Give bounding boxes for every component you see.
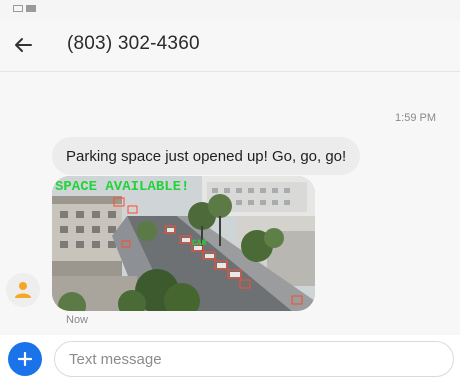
arrow-left-icon bbox=[15, 38, 32, 52]
add-attachment-button[interactable] bbox=[8, 342, 42, 376]
contact-avatar[interactable] bbox=[6, 273, 40, 307]
overlay-text: SPACE AVAILABLE! bbox=[55, 179, 189, 195]
app-bar: (803) 302-4360 bbox=[0, 20, 460, 72]
image-attachment[interactable]: SPACE AVAILABLE! CAR bbox=[52, 176, 315, 311]
message-timestamp: 1:59 PM bbox=[395, 112, 436, 124]
plus-icon bbox=[18, 352, 32, 366]
parking-photo: SPACE AVAILABLE! CAR bbox=[52, 176, 315, 311]
messaging-screen: (803) 302-4360 1:59 PM Parking space jus… bbox=[0, 0, 460, 383]
message-text: Parking space just opened up! Go, go, go… bbox=[66, 147, 347, 165]
person-icon bbox=[15, 282, 31, 298]
status-bar bbox=[0, 0, 460, 20]
overlay-label: CAR bbox=[192, 239, 207, 248]
status-icons bbox=[13, 5, 36, 12]
notification-icon bbox=[13, 5, 23, 12]
message-bubble[interactable]: Parking space just opened up! Go, go, go… bbox=[52, 137, 361, 175]
message-input[interactable] bbox=[54, 341, 454, 377]
message-status: Now bbox=[66, 314, 89, 326]
compose-bar bbox=[0, 335, 460, 383]
back-button[interactable] bbox=[10, 32, 36, 58]
image-notification-icon bbox=[26, 5, 36, 12]
contact-title: (803) 302-4360 bbox=[67, 33, 200, 54]
